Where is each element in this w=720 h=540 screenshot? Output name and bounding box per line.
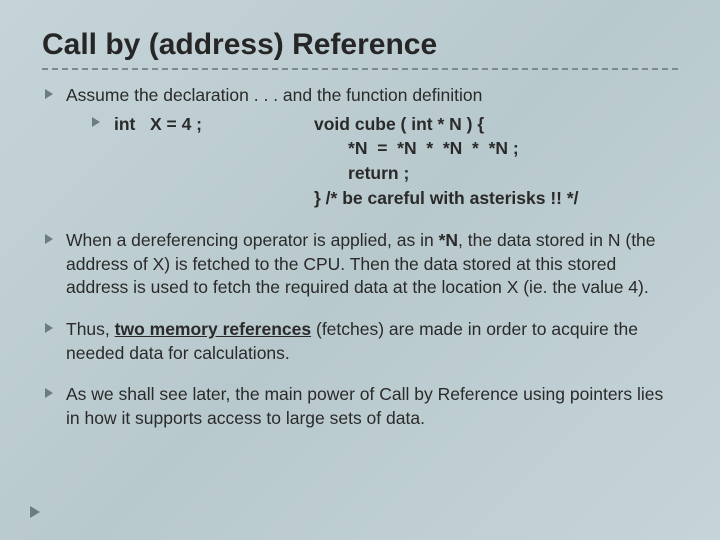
func-line-4: } /* be careful with asterisks !! */ [314,188,579,208]
bullet-2-text-a: When a dereferencing operator is applied… [66,230,439,250]
title-underline [42,68,678,70]
func-line-1: void cube ( int * N ) { [314,114,484,134]
bullet-2: When a dereferencing operator is applied… [42,229,678,300]
slide: Call by (address) Reference Assume the d… [0,0,720,540]
bullet-3-text-a: Thus, [66,319,115,339]
bullet-4-text: As we shall see later, the main power of… [66,384,663,428]
bullet-list: Assume the declaration . . . and the fun… [42,84,678,430]
code-block: int X = 4 ; void cube ( int * N ) { *N =… [114,112,678,211]
code-sub: int X = 4 ; void cube ( int * N ) { *N =… [66,112,678,211]
slide-title: Call by (address) Reference [42,28,678,62]
function-code: void cube ( int * N ) { *N = *N * *N * *… [314,112,579,211]
bullet-1-text: Assume the declaration . . . and the fun… [66,85,482,105]
bullet-4: As we shall see later, the main power of… [42,383,678,430]
func-line-2: *N = *N * *N * *N ; [314,138,519,158]
corner-bullet-icon [30,506,40,518]
bullet-2-starN: *N [439,230,458,250]
func-line-3: return ; [314,163,409,183]
bullet-1: Assume the declaration . . . and the fun… [42,84,678,211]
declaration-code: int X = 4 ; [114,112,314,211]
code-line: int X = 4 ; void cube ( int * N ) { *N =… [66,112,678,211]
bullet-3: Thus, two memory references (fetches) ar… [42,318,678,365]
bullet-3-underline: two memory references [115,319,311,339]
